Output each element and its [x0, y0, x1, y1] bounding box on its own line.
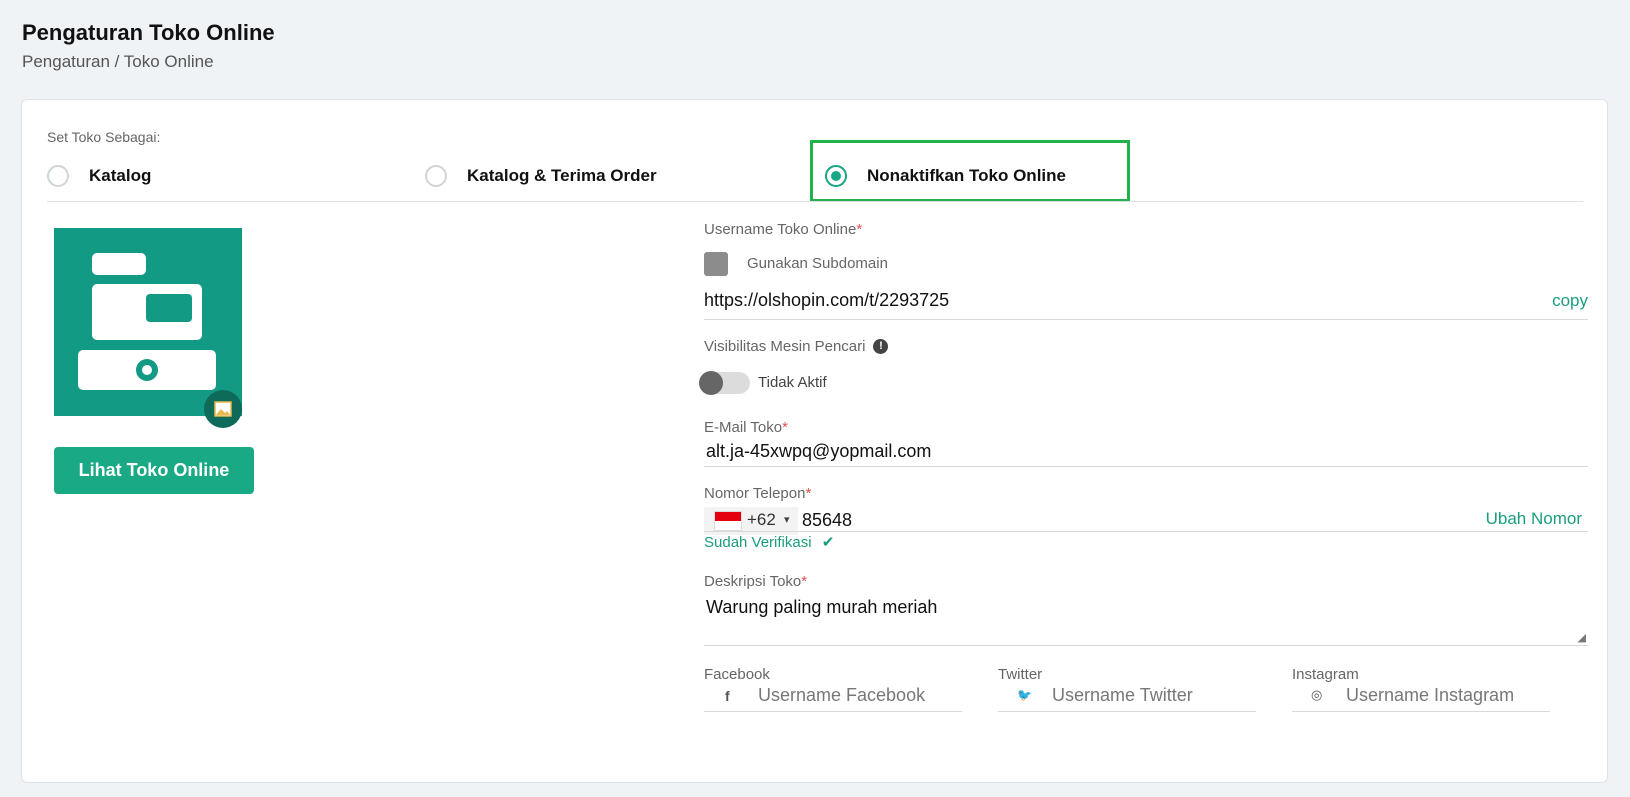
view-online-store-button[interactable]: Lihat Toko Online [54, 447, 254, 494]
instagram-underline [1292, 711, 1550, 712]
logo-shape-middle [92, 284, 202, 340]
indonesia-flag-icon [714, 511, 742, 531]
visibility-status: Tidak Aktif [758, 374, 827, 391]
logo-dot [136, 359, 158, 381]
toggle-knob [699, 371, 723, 395]
radio-label-katalog-terima-order: Katalog & Terima Order [467, 166, 657, 185]
store-url-value: https://olshopin.com/t/2293725 [704, 290, 950, 310]
description-textarea[interactable]: Warung paling murah meriah [706, 597, 937, 618]
twitter-underline [998, 711, 1256, 712]
store-logo[interactable] [54, 228, 242, 416]
facebook-username-input[interactable] [756, 684, 960, 707]
exclamation-circle-icon: ! [873, 339, 889, 354]
email-input[interactable]: alt.ja-45xwpq@yopmail.com [706, 441, 931, 462]
page-title: Pengaturan Toko Online [22, 20, 275, 45]
instagram-icon: ◎ [1311, 687, 1323, 702]
phone-number-input[interactable]: 85648 [802, 510, 852, 531]
radio-label-katalog: Katalog [89, 166, 152, 185]
phone-underline [704, 531, 1588, 532]
copy-url-button[interactable]: copy [1552, 291, 1588, 311]
phone-verified-status: Sudah Verifikasi ✔ [704, 534, 835, 551]
phone-field: +62 ▾ 85648 Ubah Nomor [704, 507, 1588, 535]
facebook-label: Facebook [704, 666, 770, 683]
use-subdomain-checkbox[interactable] [704, 252, 728, 276]
radio-katalog[interactable]: Katalog [47, 156, 151, 196]
email-underline [704, 466, 1588, 467]
change-number-button[interactable]: Ubah Nomor [1486, 509, 1582, 529]
resize-handle-icon[interactable]: ◢ [1578, 631, 1586, 644]
checkmark-icon: ✔ [821, 534, 835, 551]
url-underline [704, 319, 1588, 320]
username-label: Username Toko Online* [704, 221, 863, 238]
visibility-toggle[interactable] [699, 371, 750, 395]
visibility-label: Visibilitas Mesin Pencari ! [704, 338, 889, 355]
country-code: +62 [747, 510, 776, 529]
section-divider [47, 201, 1583, 202]
email-label: E-Mail Toko* [704, 419, 788, 436]
settings-card: Set Toko Sebagai: Katalog Katalog & Teri… [21, 99, 1608, 783]
radio-katalog-terima-order[interactable]: Katalog & Terima Order [425, 156, 657, 196]
description-label: Deskripsi Toko* [704, 573, 808, 590]
logo-shape-bottom [78, 350, 216, 390]
phone-label: Nomor Telepon* [704, 485, 812, 502]
chevron-down-icon: ▾ [784, 514, 790, 526]
instagram-username-input[interactable] [1344, 684, 1578, 707]
logo-shape-top [92, 253, 146, 275]
store-mode-label: Set Toko Sebagai: [47, 129, 161, 145]
radio-circle-katalog-terima-order[interactable] [425, 165, 447, 187]
twitter-username-input[interactable] [1050, 684, 1254, 707]
radio-circle-katalog[interactable] [47, 165, 69, 187]
use-subdomain-label: Gunakan Subdomain [747, 255, 888, 272]
breadcrumb: Pengaturan / Toko Online [22, 52, 214, 71]
logo-shape-inner [146, 294, 192, 322]
instagram-label: Instagram [1292, 666, 1359, 683]
facebook-underline [704, 711, 962, 712]
facebook-icon: f [725, 688, 730, 704]
selection-highlight-box [810, 140, 1130, 202]
image-icon[interactable] [204, 390, 242, 428]
twitter-icon: 🐦 [1017, 688, 1032, 702]
description-underline [704, 645, 1588, 646]
twitter-label: Twitter [998, 666, 1043, 683]
